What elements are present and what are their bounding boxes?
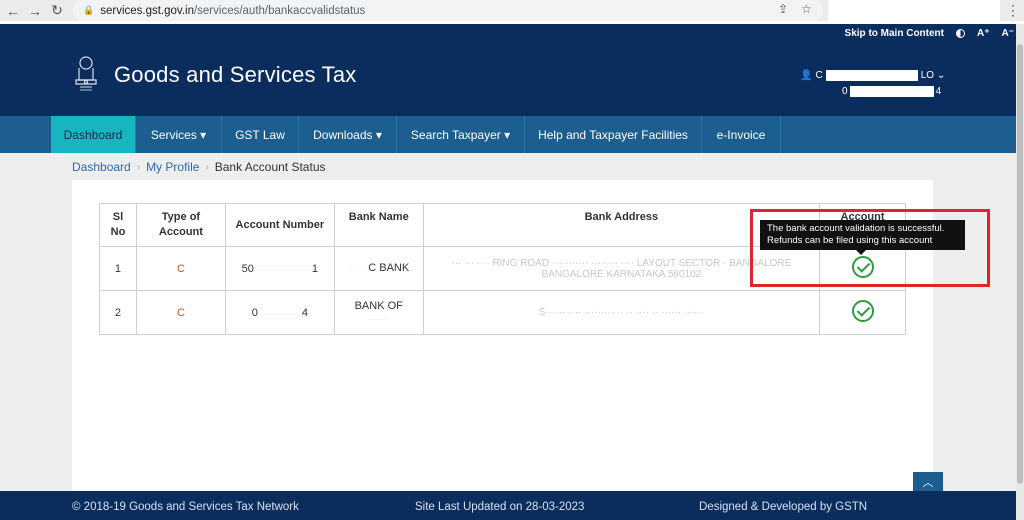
breadcrumb-current: Bank Account Status [214,160,326,174]
site-footer: © 2018-19 Goods and Services Tax Network… [0,491,1024,520]
bank-name-masked: ·········· [348,266,369,273]
breadcrumb-separator: › [136,161,141,173]
tooltip-line-2: Refunds can be filed using this account [767,235,933,246]
national-emblem-icon [75,56,97,91]
chevron-down-icon: ⌄ [937,70,946,81]
nav-search-taxpayer[interactable]: Search Taxpayer ▾ [397,116,525,153]
header-account-number: Account Number [224,203,335,247]
back-arrow-icon[interactable]: ← [2,0,24,21]
font-decrease-button[interactable]: A⁻ [1002,28,1015,39]
account-number-end: 4 [301,306,308,319]
nav-services[interactable]: Services ▾ [136,116,222,153]
forward-arrow-icon[interactable]: → [24,0,46,21]
account-number-masked: ······················ [257,311,302,318]
main-nav: Dashboard Services ▾ GST Law Downloads ▾… [0,116,1024,153]
tooltip-line-1: The bank account validation is successfu… [767,223,945,234]
page: ← → ↻ 🔒 services.gst.gov.in/services/aut… [0,0,1024,520]
url-host: services.gst.gov.in [100,4,194,17]
account-number-start: 50 [241,262,254,275]
nav-downloads[interactable]: Downloads ▾ [299,116,397,153]
browser-menu-icon[interactable]: ⋮ [1004,0,1022,21]
cell-sl-no: 1 [99,246,137,291]
user-id-prefix: 0 [842,86,848,97]
bank-name-masked: ·········· [368,316,389,323]
user-icon: 👤 [800,70,813,81]
breadcrumb-dashboard[interactable]: Dashboard [72,160,131,174]
redacted-area [828,0,1000,24]
site-title: Goods and Services Tax [114,62,357,87]
tooltip-arrow [856,250,866,255]
nav-help[interactable]: Help and Taxpayer Facilities [525,116,702,153]
nav-gst-law[interactable]: GST Law [222,116,299,153]
chevron-up-icon[interactable]: ︿ [913,472,943,492]
header-bank-name: Bank Name [333,203,424,247]
footer-designed-by: Designed & Developed by GSTN [699,501,868,513]
share-icon[interactable]: ⇪ [778,2,788,16]
cell-bank-address: S······ ···· ········· ·· ·· ···· ·· ···… [422,290,821,335]
user-name-suffix: LO [920,70,935,81]
account-number-end: 1 [311,262,318,275]
nav-e-invoice[interactable]: e-Invoice [702,116,781,153]
reload-icon[interactable]: ↻ [46,0,68,21]
redacted-user-name [825,70,918,81]
bank-name-visible: BANK OF [354,299,403,312]
utility-bar: Skip to Main Content A⁺ A⁻ [845,28,1014,39]
breadcrumb-my-profile[interactable]: My Profile [146,160,199,174]
check-circle-icon[interactable] [851,300,874,322]
page-scrollbar[interactable] [1016,24,1024,520]
cell-bank-name: ··········C BANK [333,246,424,291]
address-bar[interactable]: 🔒 services.gst.gov.in/services/auth/bank… [73,0,823,21]
cell-account-type: C [135,290,226,335]
redacted-user-id [849,86,934,97]
account-number-masked: ····························· [253,267,312,274]
header-sl-no: Sl No [99,203,137,247]
skip-to-main-link[interactable]: Skip to Main Content [845,28,944,39]
bookmark-star-icon[interactable]: ☆ [801,2,812,16]
site-header: Skip to Main Content A⁺ A⁻ Goods and Ser… [0,24,1024,116]
contrast-toggle-icon[interactable] [956,29,965,38]
cell-sl-no: 2 [99,290,137,335]
cell-account-number: 50·····························1 [224,246,335,291]
lock-icon: 🔒 [83,5,95,15]
header-type-of-account: Type of Account [135,203,226,247]
cell-bank-name: BANK OF ·········· [333,290,424,335]
footer-last-updated: Site Last Updated on 28-03-2023 [415,501,585,513]
nav-dashboard[interactable]: Dashboard [51,116,136,153]
bank-name-visible: C BANK [368,261,410,274]
browser-toolbar: ← → ↻ 🔒 services.gst.gov.in/services/aut… [0,0,1024,24]
scrollbar-thumb[interactable] [1017,44,1023,484]
cell-account-type: C [135,246,226,291]
cell-account-number: 0······················4 [224,290,335,335]
footer-copyright: © 2018-19 Goods and Services Tax Network [72,501,299,513]
table-row: 2 C 0······················4 BANK OF ····… [99,290,906,335]
user-menu[interactable]: 👤 C LO ⌄ 0 4 [800,70,945,97]
user-name: C [815,70,823,81]
breadcrumb-separator: › [205,161,209,173]
validation-tooltip: The bank account validation is successfu… [760,220,965,250]
url-path: /services/auth/bankaccvalidstatus [193,4,366,17]
user-id-suffix: 4 [935,86,942,97]
font-increase-button[interactable]: A⁺ [977,28,990,39]
cell-validation-status[interactable] [819,290,906,335]
breadcrumb: Dashboard › My Profile › Bank Account St… [72,160,326,174]
